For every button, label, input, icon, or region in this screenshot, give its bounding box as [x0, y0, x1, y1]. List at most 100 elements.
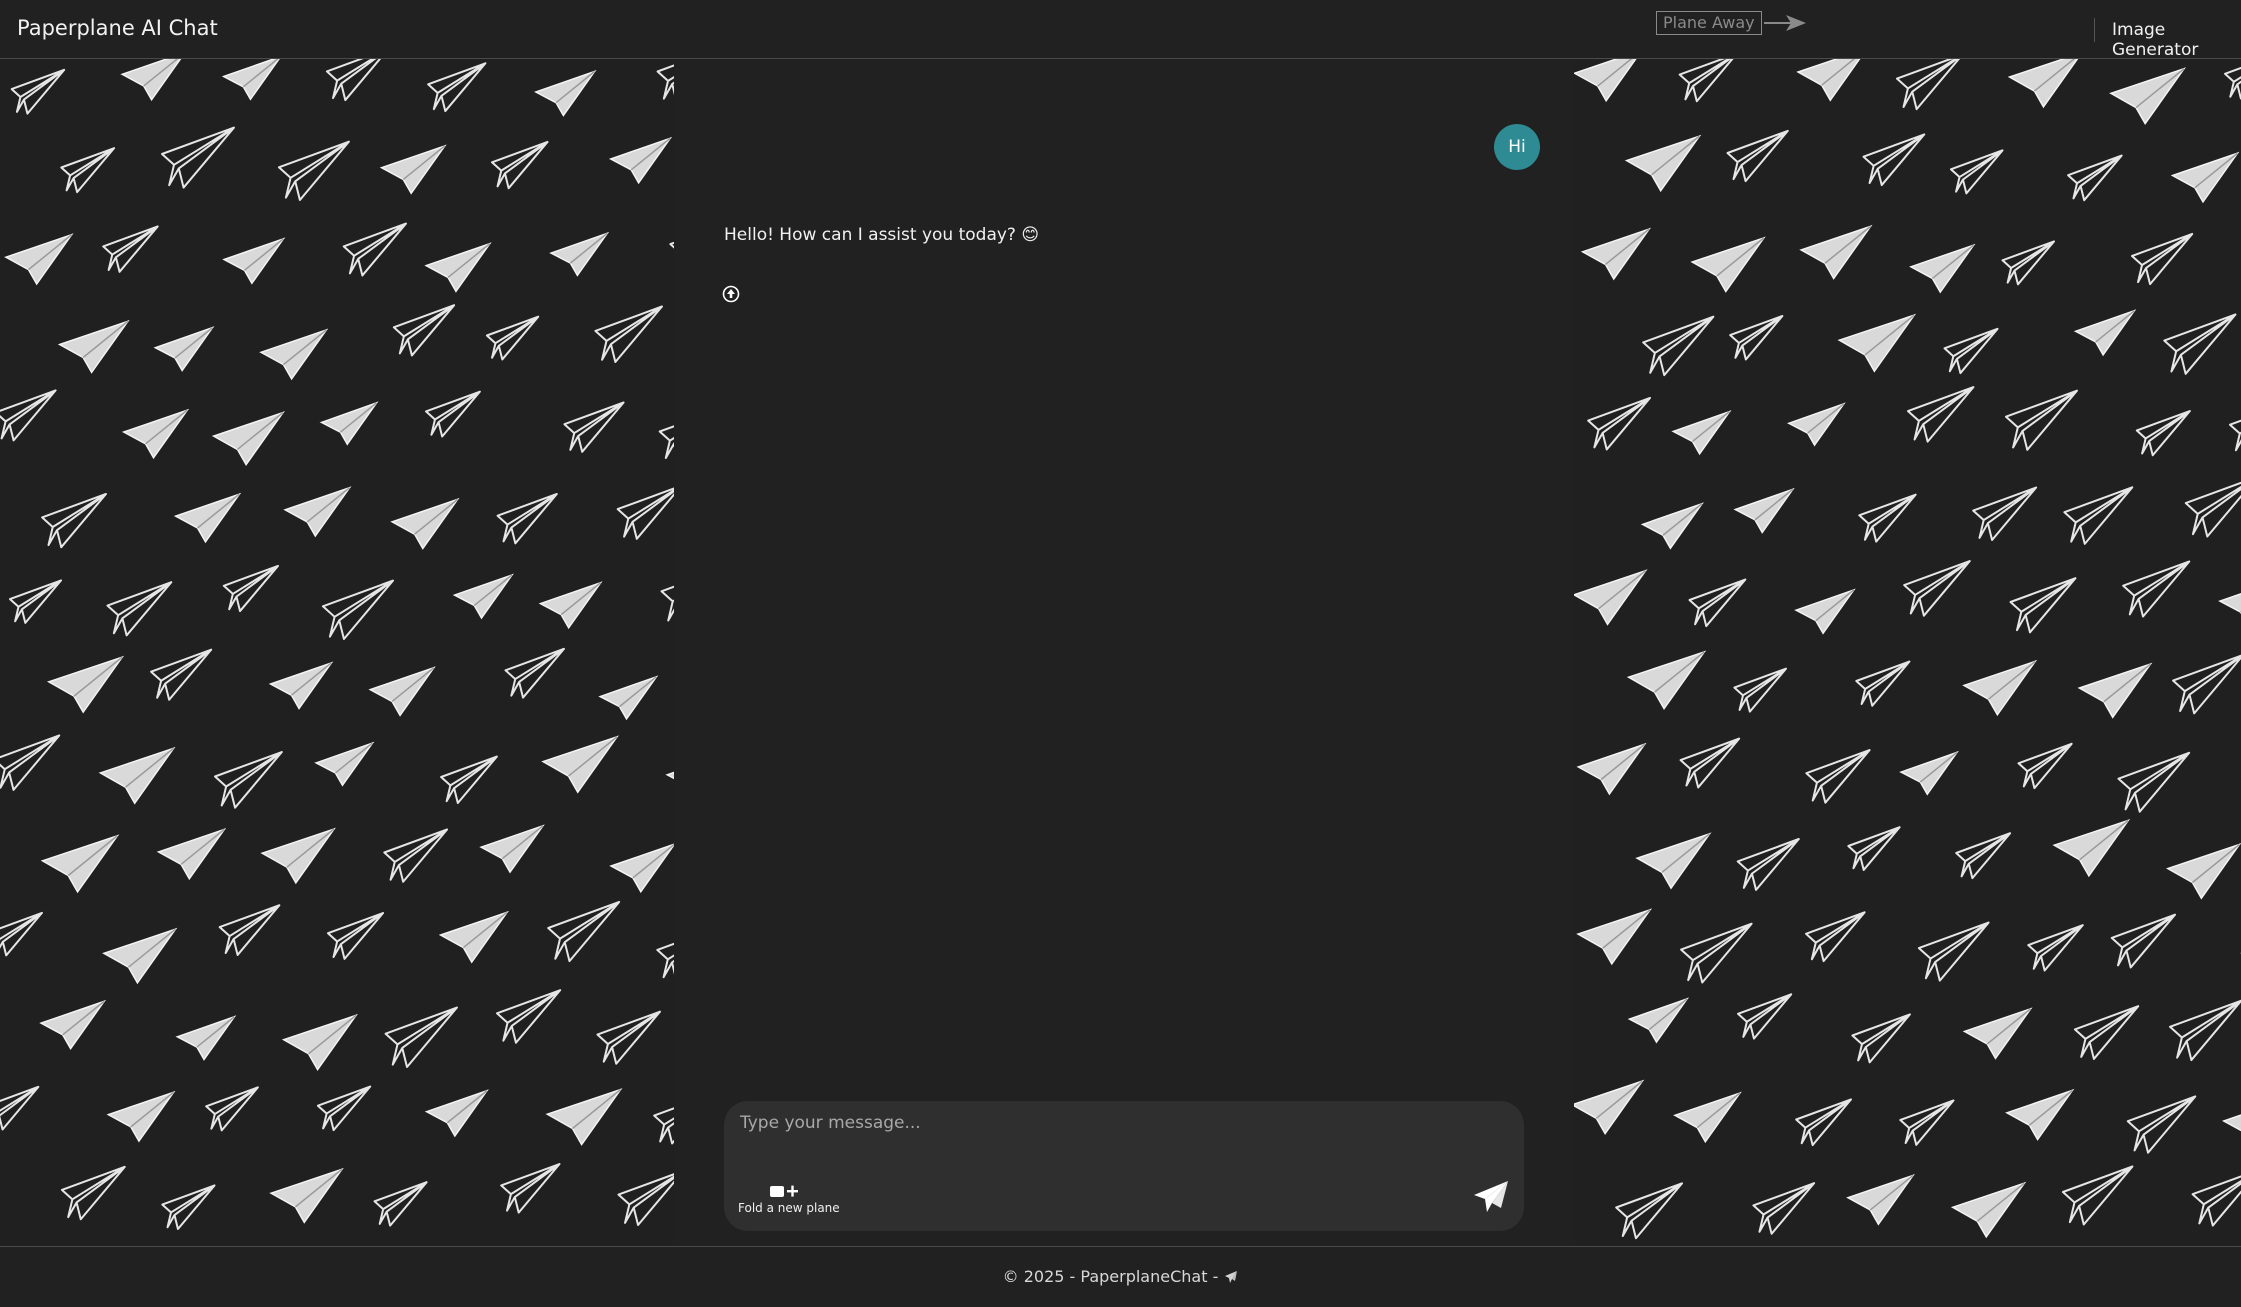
- navbar: Paperplane AI Chat Plane Away Image Gene…: [0, 0, 2241, 60]
- paper-plane-decoration: [383, 828, 449, 883]
- paper-plane-decoration: [609, 843, 674, 894]
- paper-plane-decoration: [438, 910, 509, 964]
- paper-plane-decoration: [656, 942, 674, 979]
- paper-plane-decoration: [60, 1165, 126, 1221]
- paper-plane-decoration: [379, 144, 447, 195]
- paper-plane-decoration: [2005, 1088, 2075, 1141]
- paper-plane-decoration: [541, 735, 619, 794]
- paper-plane-decoration: [596, 1010, 661, 1065]
- arrow-right-icon: [1763, 15, 1806, 31]
- paper-plane-decoration: [2191, 1175, 2241, 1227]
- plane-away-button[interactable]: Plane Away: [1656, 11, 1762, 35]
- paper-plane-decoration: [1752, 1182, 1816, 1235]
- paper-plane-decoration: [424, 242, 492, 293]
- paper-plane-decoration: [2229, 419, 2241, 452]
- paper-plane-decoration: [0, 1085, 40, 1131]
- paper-plane-decoration: [452, 573, 514, 620]
- paper-plane-decoration: [2184, 481, 2241, 538]
- arrow-up-circle-icon[interactable]: [722, 285, 740, 303]
- paper-plane-decoration: [1795, 1098, 1852, 1147]
- footer-text: © 2025 - PaperplaneChat -: [1002, 1267, 1219, 1286]
- image-generator-link[interactable]: Image Generator: [2112, 20, 2241, 60]
- paper-plane-decoration: [161, 1184, 216, 1230]
- paper-plane-decoration: [2110, 913, 2176, 969]
- paper-plane-decoration: [390, 497, 460, 550]
- paper-plane-decoration: [1896, 59, 1961, 111]
- paper-plane-decoration: [2001, 240, 2055, 286]
- paper-plane-decoration: [1688, 578, 1747, 628]
- brand-title[interactable]: Paperplane AI Chat: [17, 16, 218, 40]
- paper-plane-decoration: [268, 661, 334, 710]
- paper-plane-decoration: [2135, 410, 2191, 457]
- paper-plane-decoration: [9, 579, 63, 624]
- paper-plane-decoration: [1615, 1182, 1684, 1240]
- paper-plane-decoration: [658, 425, 674, 459]
- paper-plane-decoration: [0, 389, 57, 442]
- paper-plane-decoration: [314, 741, 375, 787]
- background-pattern-right: [1574, 59, 2241, 1246]
- paper-plane-decoration: [1736, 838, 1800, 891]
- paper-plane-decoration: [2009, 577, 2077, 634]
- paper-plane-decoration: [0, 734, 61, 791]
- paper-plane-decoration: [660, 585, 674, 622]
- paper-plane-decoration: [1587, 396, 1651, 451]
- paper-plane-decoration: [368, 666, 436, 717]
- paper-plane-decoration: [211, 411, 285, 466]
- paper-plane-decoration: [319, 401, 379, 446]
- paper-plane-decoration: [1679, 737, 1741, 789]
- paper-plane-decoration: [1909, 243, 1976, 294]
- paper-plane-decoration: [1899, 1099, 1955, 1146]
- paper-plane-decoration: [1805, 749, 1871, 804]
- paper-plane-icon[interactable]: [1471, 1177, 1511, 1217]
- paper-plane-decoration: [46, 655, 125, 714]
- paper-plane-decoration: [327, 912, 385, 960]
- paper-plane-decoration: [2163, 313, 2237, 375]
- paper-plane-decoration: [549, 231, 610, 277]
- paper-plane-decoration: [1574, 1079, 1645, 1136]
- paper-plane-pattern-icon: [1574, 59, 2241, 1240]
- plane-away[interactable]: Plane Away: [1656, 11, 1808, 35]
- paper-plane-decoration: [2007, 59, 2079, 109]
- paper-plane-decoration: [665, 771, 674, 780]
- paper-plane-decoration: [1726, 129, 1789, 183]
- paper-plane-decoration: [1851, 1013, 1911, 1064]
- paper-plane-decoration: [57, 319, 130, 374]
- paper-plane-decoration: [106, 581, 173, 637]
- paper-plane-decoration: [1671, 410, 1732, 456]
- paper-plane-decoration: [1580, 227, 1652, 281]
- paper-plane-decoration: [1690, 236, 1766, 293]
- paper-plane-decoration: [2005, 389, 2078, 451]
- paper-plane-decoration: [214, 751, 283, 809]
- new-chat-icon: [770, 1185, 798, 1197]
- paper-plane-decoration: [1955, 832, 2012, 880]
- fold-new-plane-button[interactable]: Fold a new plane: [738, 1183, 840, 1223]
- paper-plane-decoration: [222, 564, 279, 613]
- paper-plane-decoration: [1847, 826, 1901, 871]
- paper-plane-decoration: [500, 1163, 561, 1214]
- paper-plane-decoration: [2221, 1114, 2241, 1132]
- paper-plane-decoration: [342, 222, 407, 277]
- paper-plane-decoration: [424, 1089, 489, 1138]
- footer: © 2025 - PaperplaneChat -: [0, 1246, 2241, 1307]
- paper-plane-decoration: [617, 1173, 674, 1227]
- paper-plane-decoration: [98, 746, 176, 805]
- paper-plane-decoration: [1805, 911, 1866, 963]
- paper-plane-decoration: [2169, 999, 2241, 1062]
- paper-plane-decoration: [39, 999, 107, 1051]
- paper-plane-decoration: [2109, 67, 2186, 125]
- paper-plane-decoration: [1855, 660, 1911, 707]
- paper-plane-decoration: [1576, 908, 1653, 966]
- paper-plane-decoration: [2224, 66, 2241, 100]
- background-pattern-left: [0, 59, 674, 1246]
- paper-plane-decoration: [1576, 742, 1647, 796]
- message-input[interactable]: [738, 1111, 1442, 1155]
- paper-plane-decoration: [2165, 843, 2241, 900]
- paper-plane-decoration: [504, 647, 565, 699]
- paper-plane-decoration: [2122, 560, 2191, 618]
- nav-divider: [2094, 18, 2095, 42]
- paper-plane-decoration: [40, 834, 120, 894]
- paper-plane-decoration: [2131, 232, 2194, 286]
- paper-plane-decoration: [1729, 314, 1784, 361]
- paper-plane-decoration: [1733, 667, 1787, 713]
- paper-plane-decoration: [1972, 486, 2038, 541]
